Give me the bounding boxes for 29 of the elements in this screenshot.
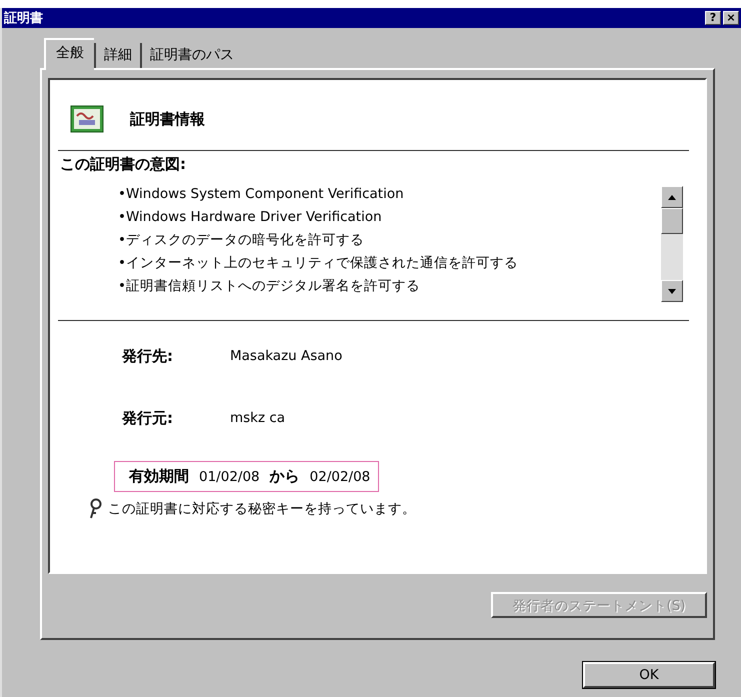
purpose-item: •ディスクのデータの暗号化を許可する [118,231,365,250]
purpose-label: この証明書の意図: [60,155,187,174]
field-label: 発行先: [122,346,174,366]
help-button[interactable]: ? [705,11,721,25]
validity-label: 有効期間 [129,467,189,486]
ok-button[interactable]: OK [583,662,715,688]
key-icon [88,498,104,520]
tab[interactable]: 全般 [44,38,94,70]
valid-to-date: 02/02/08 [310,468,370,484]
purpose-item: •インターネット上のセキュリティで保護された通信を許可する [118,254,518,273]
scrollbar[interactable] [661,186,683,302]
purpose-item: •Windows Hardware Driver Verification [118,208,383,227]
field-label: 発行元: [122,408,174,428]
down-arrow-icon [668,288,676,294]
purpose-item: •証明書信頼リストへのデジタル署名を許可する [118,277,421,296]
window-title: 証明書 [4,10,43,27]
valid-from-date: 01/02/08 [199,468,260,484]
up-arrow-icon [668,194,676,200]
close-button[interactable]: × [723,11,739,25]
private-key-note: この証明書に対応する秘密キーを持っています。 [108,500,416,518]
field-value: mskz ca [230,410,286,426]
section-heading: 証明書情報 [130,110,205,128]
certificate-icon [70,105,104,133]
purpose-item: •Windows System Component Verification [118,185,405,204]
scroll-thumb[interactable] [661,208,683,234]
from-to-word: から [270,467,300,486]
field-value: Masakazu Asano [230,348,342,364]
scroll-down-button[interactable] [661,280,683,302]
scroll-up-button[interactable] [661,186,683,208]
